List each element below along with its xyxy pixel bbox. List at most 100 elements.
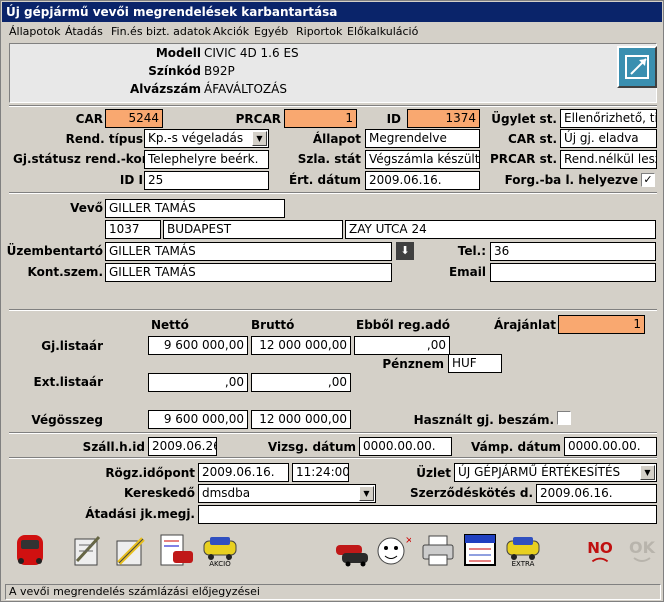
gjlista-brutto-field[interactable]: 12 000 000,00: [251, 336, 351, 355]
modell-value: CIVIC 4D 1.6 ES: [204, 46, 299, 60]
szerz-field[interactable]: 2009.06.16.: [536, 484, 657, 503]
menu-akciok[interactable]: Akciók: [213, 25, 249, 38]
vegosszeg-netto-field[interactable]: 9 600 000,00: [148, 410, 248, 429]
prcarst-label: PRCAR st.: [490, 152, 557, 166]
calendar-button[interactable]: [461, 531, 499, 569]
print-button[interactable]: [419, 531, 457, 569]
kontszem-label: Kont.szem.: [27, 265, 104, 279]
penznem-field[interactable]: HUF: [448, 354, 502, 373]
ugylet-field[interactable]: Ellenőrizhető, til: [560, 109, 657, 128]
uzlet-value: ÚJ GÉPJÁRMŰ ÉRTÉKESÍTÉS: [458, 465, 621, 479]
menu-atadas[interactable]: Átadás: [65, 25, 103, 38]
szallhid-field[interactable]: 2009.06.26.: [148, 437, 217, 456]
zip-field[interactable]: 1037: [105, 220, 161, 239]
car-field[interactable]: 5244: [105, 109, 163, 128]
menu-egyeb[interactable]: Egyéb: [254, 25, 288, 38]
extra-button[interactable]: EXTRA: [504, 531, 542, 569]
arrow-down-icon[interactable]: ⬇: [396, 242, 414, 260]
separator: [9, 105, 657, 107]
menu-fin-bizt[interactable]: Fin.és bizt. adatok: [111, 25, 211, 38]
prcar-field[interactable]: 1: [284, 109, 357, 128]
idi-field[interactable]: 25: [144, 171, 269, 190]
uzlet-label: Üzlet: [416, 466, 451, 480]
uzemben-field[interactable]: GILLER TAMÁS: [105, 242, 392, 261]
vegosszeg-brutto-field[interactable]: 12 000 000,00: [251, 410, 351, 429]
carst-label: CAR st.: [508, 132, 557, 146]
cars-button[interactable]: [333, 531, 371, 569]
rendtipus-label: Rend. típus: [65, 132, 143, 146]
gjlista-netto-field[interactable]: 9 600 000,00: [148, 336, 248, 355]
document-tools-button[interactable]: [69, 531, 107, 569]
document-tools-icon: [74, 535, 101, 566]
uzlet-select[interactable]: ÚJ GÉPJÁRMŰ ÉRTÉKESÍTÉS ▼: [454, 463, 657, 482]
chevron-down-icon[interactable]: ▼: [252, 131, 267, 146]
gjlista-label: Gj.listaár: [41, 339, 103, 353]
menu-elokalkulacio[interactable]: Előkalkuláció: [347, 25, 418, 38]
allapot-field[interactable]: Megrendelve: [365, 129, 480, 148]
gjlista-regado-field[interactable]: ,00: [354, 336, 450, 355]
edit-icon-button[interactable]: [617, 46, 657, 88]
ok-button[interactable]: OK: [623, 531, 661, 569]
edit-document-button[interactable]: [111, 531, 149, 569]
rogz-time-field[interactable]: 11:24:00: [292, 463, 349, 482]
carst-field[interactable]: Új gj. eladva: [560, 129, 657, 148]
keresk-select[interactable]: dmsdba ▼: [198, 484, 376, 503]
no-label: NO: [587, 539, 613, 557]
id-field[interactable]: 1374: [407, 109, 480, 128]
arajanlat-label: Árajánlat: [493, 318, 556, 332]
brutto-label: Bruttó: [251, 318, 295, 332]
calendar-icon: [464, 534, 496, 566]
extlista-brutto-field[interactable]: ,00: [251, 373, 351, 392]
vevo-field[interactable]: GILLER TAMÁS: [105, 199, 285, 218]
idi-label: ID I: [119, 173, 143, 187]
menu-allapotok[interactable]: Állapotok: [9, 25, 61, 38]
email-field[interactable]: [490, 263, 656, 282]
tel-label: Tel.:: [457, 244, 486, 258]
szinkod-label: Színkód: [148, 64, 201, 78]
id-label: ID: [386, 112, 401, 126]
vamp-label: Vámp. dátum: [470, 440, 561, 454]
list-car-button[interactable]: [157, 531, 195, 569]
rendtipus-select[interactable]: Kp.-s végeladás ▼: [144, 129, 269, 148]
cars-icon: [336, 545, 368, 567]
street-field[interactable]: ZAY UTCA 24: [345, 220, 656, 239]
separator: [9, 457, 657, 459]
pencil-document-icon: [116, 537, 145, 566]
menu-riportok[interactable]: Riportok: [296, 25, 342, 38]
menu-bar: Állapotok Átadás Fin.és bizt. adatok Akc…: [2, 22, 662, 42]
extlista-netto-field[interactable]: ,00: [148, 373, 248, 392]
no-button[interactable]: NO: [581, 531, 621, 569]
forgba-checkbox[interactable]: ✓: [641, 173, 655, 187]
city-field[interactable]: BUDAPEST: [163, 220, 343, 239]
prcarst-field[interactable]: Rend.nélkül lesz: [560, 150, 657, 169]
akcio-button[interactable]: AKCIÓ: [201, 531, 239, 569]
vamp-field[interactable]: 0000.00.00.: [564, 437, 657, 456]
szlastat-field[interactable]: Végszámla készült: [365, 150, 480, 169]
kontszem-field[interactable]: GILLER TAMÁS: [105, 263, 392, 282]
arajanlat-field[interactable]: 1: [558, 315, 645, 334]
car-label: CAR: [75, 112, 103, 126]
atadasi-field[interactable]: [198, 505, 657, 524]
red-car-icon: [17, 535, 43, 565]
chevron-down-icon[interactable]: ▼: [640, 465, 655, 480]
chevron-down-icon[interactable]: ▼: [359, 486, 374, 501]
szerz-label: Szerződéskötés d.: [409, 486, 533, 500]
hasznalt-label: Használt gj. beszám.: [413, 413, 554, 427]
vizsg-field[interactable]: 0000.00.00.: [359, 437, 452, 456]
separator: [9, 309, 657, 311]
rendtipus-value: Kp.-s végeladás: [148, 131, 244, 145]
person-button[interactable]: ×: [373, 531, 411, 569]
prcar-label: PRCAR: [235, 112, 281, 126]
allapot-label: Állapot: [312, 132, 361, 146]
tel-field[interactable]: 36: [490, 242, 656, 261]
ertdatum-field[interactable]: 2009.06.16.: [365, 171, 480, 190]
rogz-date-field[interactable]: 2009.06.16.: [198, 463, 289, 482]
svg-text:×: ×: [405, 535, 411, 546]
list-car-icon: [160, 534, 193, 566]
separator: [9, 432, 657, 434]
gjstatusz-field[interactable]: Telephelyre beérk.: [144, 150, 269, 169]
email-label: Email: [448, 265, 486, 279]
hasznalt-checkbox[interactable]: [557, 411, 571, 425]
car-button[interactable]: [11, 531, 49, 569]
rogz-label: Rögz.időpont: [105, 466, 195, 480]
